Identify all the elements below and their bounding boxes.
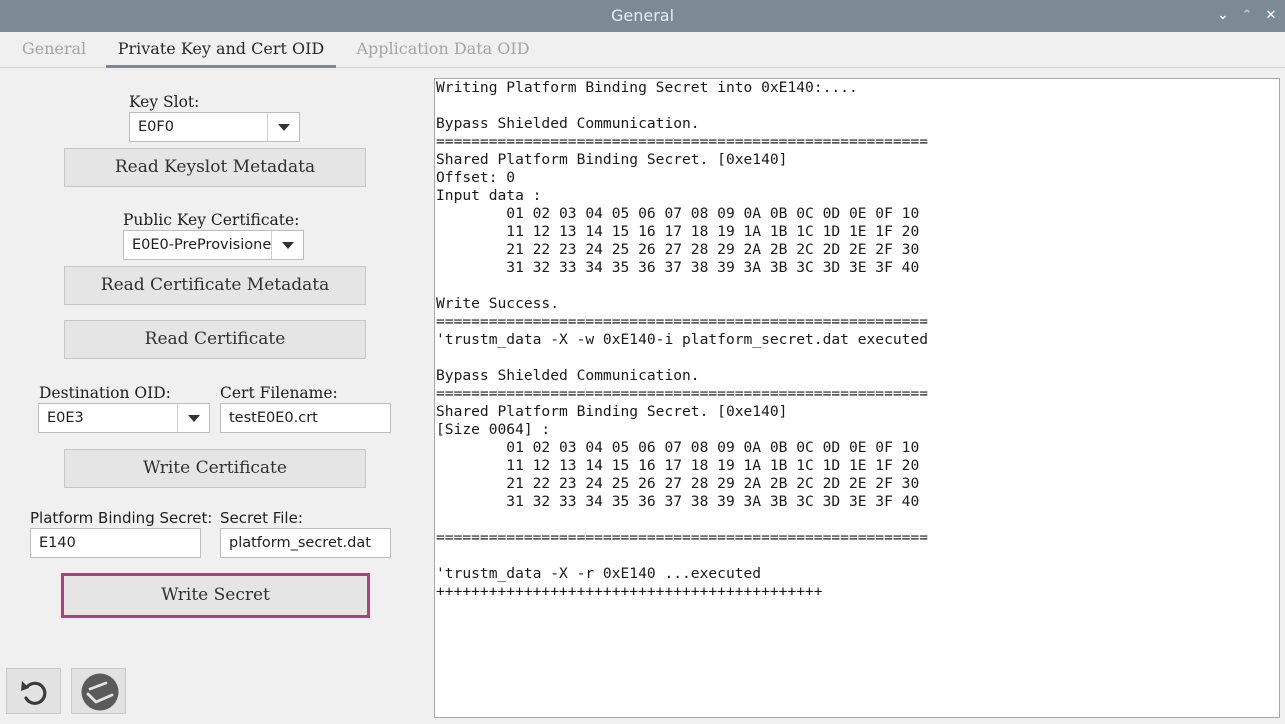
exit-button[interactable] xyxy=(71,668,126,714)
console-line: 01 02 03 04 05 06 07 08 09 0A 0B 0C 0D 0… xyxy=(436,205,920,222)
read-certificate-metadata-button[interactable]: Read Certificate Metadata xyxy=(64,266,366,305)
console-line: Offset: 0 xyxy=(436,169,516,186)
read-certificate-button[interactable]: Read Certificate xyxy=(64,320,366,359)
destination-oid-select[interactable]: E0E3 xyxy=(38,403,210,433)
console-line: 31 32 33 34 35 36 37 38 39 3A 3B 3C 3D 3… xyxy=(436,259,920,276)
platform-binding-secret-field[interactable] xyxy=(30,528,201,558)
console-line: 21 22 23 24 25 26 27 28 29 2A 2B 2C 2D 2… xyxy=(436,475,920,492)
platform-binding-secret-input[interactable] xyxy=(31,529,200,557)
console-line: 01 02 03 04 05 06 07 08 09 0A 0B 0C 0D 0… xyxy=(436,439,920,456)
console-line: ========================================… xyxy=(436,133,929,150)
console-line: ========================================… xyxy=(436,385,929,402)
cert-filename-input[interactable] xyxy=(221,404,390,432)
console-line: Bypass Shielded Communication. xyxy=(436,115,700,132)
tab-private-key-and-cert-oid[interactable]: Private Key and Cert OID xyxy=(106,32,336,68)
console-line: 21 22 23 24 25 26 27 28 29 2A 2B 2C 2D 2… xyxy=(436,241,920,258)
back-icon xyxy=(21,681,47,705)
key-slot-value: E0F0 xyxy=(138,119,174,135)
destination-oid-value: E0E3 xyxy=(47,410,84,426)
chevron-down-icon[interactable] xyxy=(267,113,299,141)
console-line: 11 12 13 14 15 16 17 18 19 1A 1B 1C 1D 1… xyxy=(436,457,920,474)
console-line: Bypass Shielded Communication. xyxy=(436,367,700,384)
tab-general[interactable]: General xyxy=(8,32,100,68)
public-key-cert-value: E0E0-PreProvisioned xyxy=(132,237,272,253)
tab-application-data-oid[interactable]: Application Data OID xyxy=(346,32,540,68)
chevron-down-icon[interactable] xyxy=(177,404,209,432)
key-slot-label: Key Slot: xyxy=(129,93,200,111)
console-line: Write Success. xyxy=(436,295,560,312)
exit-icon xyxy=(81,673,119,711)
close-icon[interactable]: ✕ xyxy=(1262,7,1280,25)
console-line: 'trustm_data -X -w 0xE140-i platform_sec… xyxy=(436,331,929,348)
console-line: 11 12 13 14 15 16 17 18 19 1A 1B 1C 1D 1… xyxy=(436,223,920,240)
chevron-down-icon[interactable] xyxy=(271,231,303,259)
cert-filename-field[interactable] xyxy=(220,403,391,433)
key-slot-select[interactable]: E0F0 xyxy=(129,112,300,142)
secret-file-field[interactable] xyxy=(220,528,391,558)
title-bar: General ⌄ ⌃ ✕ xyxy=(0,0,1285,32)
console-line: 31 32 33 34 35 36 37 38 39 3A 3B 3C 3D 3… xyxy=(436,493,920,510)
console-line: Shared Platform Binding Secret. [0xe140] xyxy=(436,151,788,168)
console-line: [Size 0064] : xyxy=(436,421,551,438)
write-certificate-button[interactable]: Write Certificate xyxy=(64,449,366,488)
console-line: Input data : xyxy=(436,187,542,204)
window-title: General xyxy=(610,6,675,25)
main-panel: Key Slot: E0F0 Read Keyslot Metadata Pub… xyxy=(0,68,1285,724)
platform-binding-secret-label: Platform Binding Secret: xyxy=(30,509,213,527)
console-line: 'trustm_data -X -r 0xE140 ...executed xyxy=(436,565,762,582)
console-line: ========================================… xyxy=(436,313,929,330)
output-console[interactable]: Writing Platform Binding Secret into 0xE… xyxy=(434,78,1280,718)
public-key-cert-select[interactable]: E0E0-PreProvisioned xyxy=(123,230,304,260)
console-line: Writing Platform Binding Secret into 0xE… xyxy=(436,79,858,96)
back-button[interactable] xyxy=(6,668,61,714)
console-line: Shared Platform Binding Secret. [0xe140] xyxy=(436,403,788,420)
maximize-icon[interactable]: ⌃ xyxy=(1238,7,1256,25)
read-keyslot-metadata-button[interactable]: Read Keyslot Metadata xyxy=(64,148,366,187)
secret-file-label: Secret File: xyxy=(220,509,303,527)
console-text: Writing Platform Binding Secret into 0xE… xyxy=(435,79,1279,601)
secret-file-input[interactable] xyxy=(221,529,390,557)
cert-filename-label: Cert Filename: xyxy=(220,384,338,402)
console-line: ========================================… xyxy=(436,529,929,546)
public-key-cert-label: Public Key Certificate: xyxy=(123,211,300,229)
console-line: ++++++++++++++++++++++++++++++++++++++++… xyxy=(436,583,823,600)
write-secret-button[interactable]: Write Secret xyxy=(61,573,370,618)
tab-bar: General Private Key and Cert OID Applica… xyxy=(0,32,1285,68)
minimize-icon[interactable]: ⌄ xyxy=(1214,7,1232,25)
destination-oid-label: Destination OID: xyxy=(39,384,171,402)
